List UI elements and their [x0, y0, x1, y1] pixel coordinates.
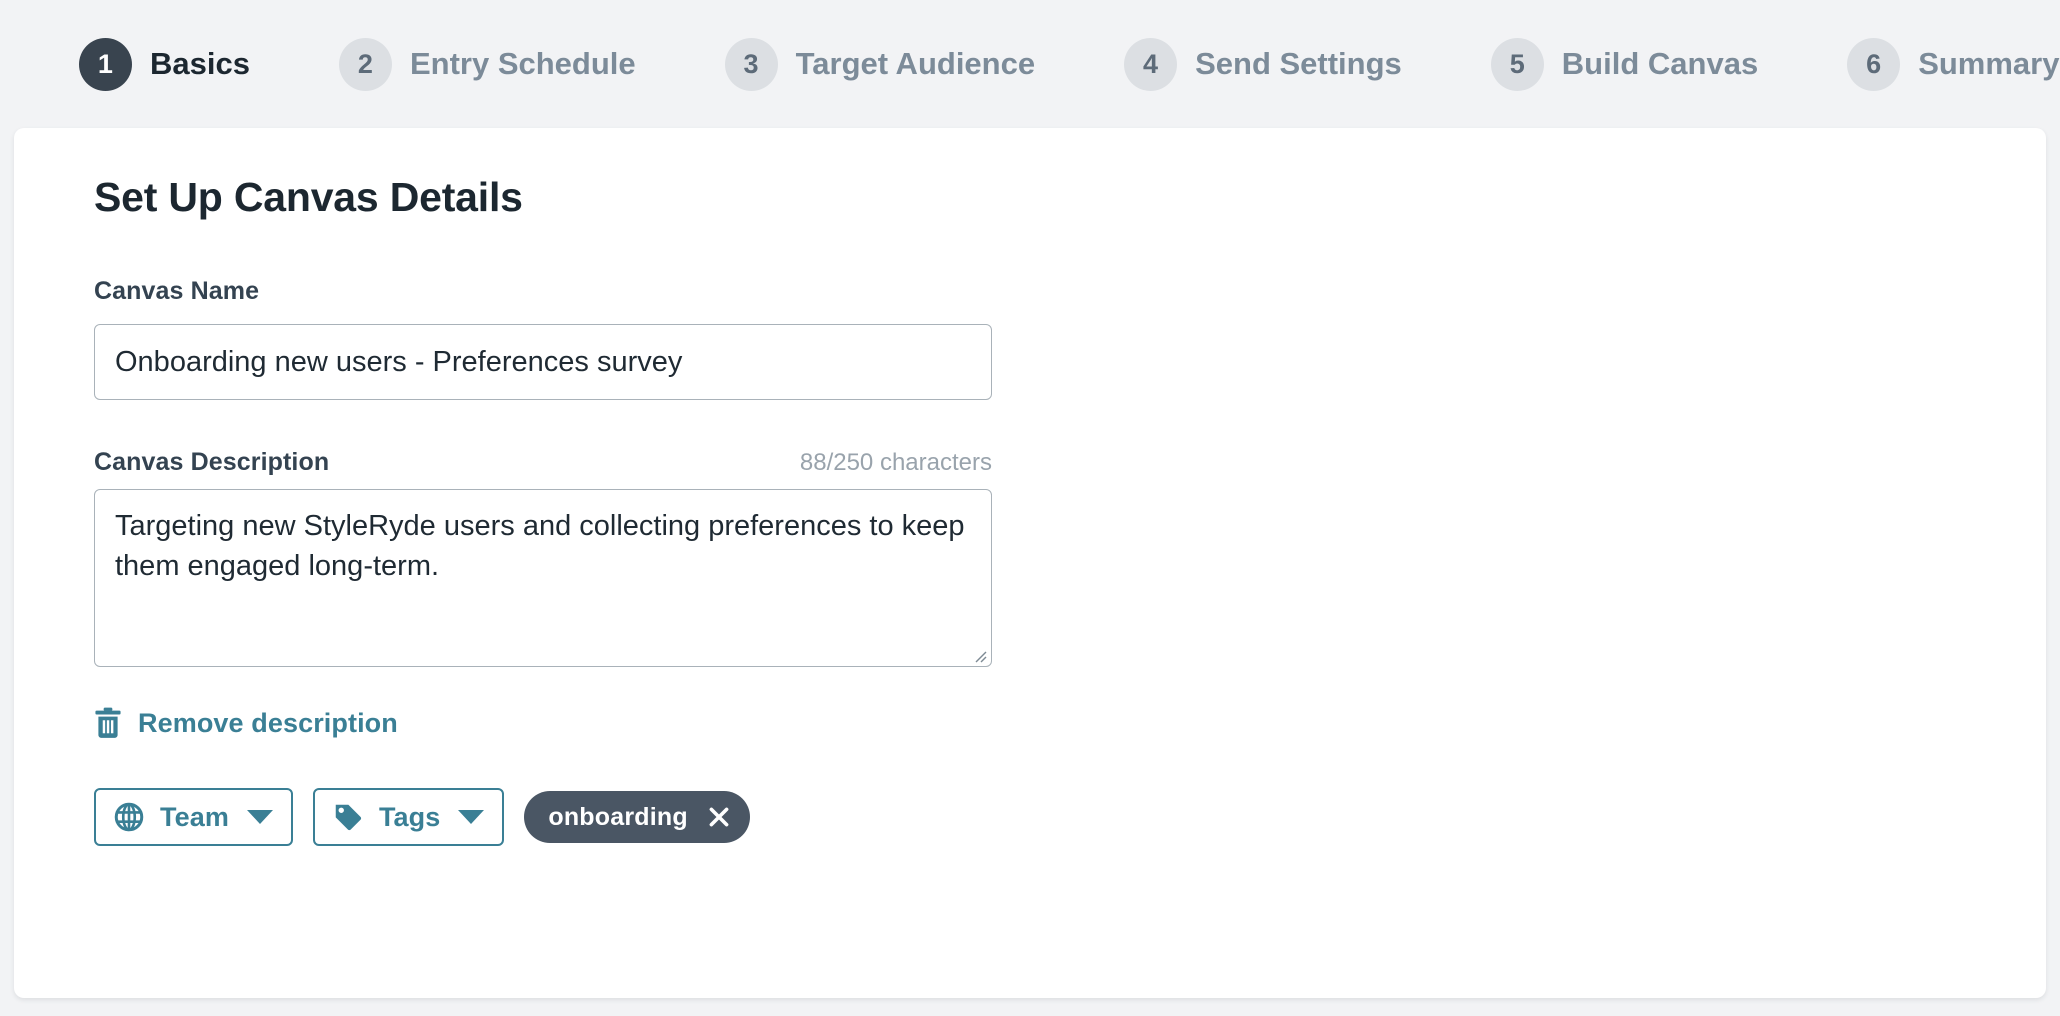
- canvas-description-wrapper: [94, 489, 992, 667]
- step-3-label: Target Audience: [795, 46, 1036, 81]
- remove-description-button[interactable]: Remove description: [94, 707, 398, 739]
- step-5-label: Build Canvas: [1561, 46, 1759, 81]
- trash-icon: [95, 707, 121, 738]
- metadata-row: Team Tags onboarding: [94, 788, 2046, 846]
- team-dropdown-button[interactable]: Team: [94, 788, 293, 846]
- step-4-number: 4: [1124, 37, 1178, 91]
- step-2-label: Entry Schedule: [409, 46, 636, 81]
- step-2-number: 2: [338, 37, 392, 91]
- step-1-number: 1: [79, 37, 132, 91]
- canvas-description-label: Canvas Description: [94, 448, 330, 476]
- page-title: Set Up Canvas Details: [94, 174, 523, 220]
- wizard-stepper: 1 Basics 2 Entry Schedule 3 Target Audie…: [0, 0, 2060, 128]
- tags-dropdown-button[interactable]: Tags: [312, 788, 505, 846]
- step-6-label: Summary: [1918, 46, 2060, 81]
- step-6-summary[interactable]: 6 Summary: [1847, 37, 2060, 91]
- tag-chip-onboarding: onboarding: [524, 791, 750, 843]
- tag-chip-label: onboarding: [548, 802, 688, 831]
- canvas-description-textarea[interactable]: [94, 489, 992, 667]
- chevron-down-icon: [246, 810, 273, 824]
- globe-icon: [114, 802, 144, 832]
- chevron-down-icon: [458, 810, 485, 824]
- step-1-basics[interactable]: 1 Basics: [79, 37, 250, 91]
- canvas-name-label: Canvas Name: [94, 277, 260, 305]
- step-3-target-audience[interactable]: 3 Target Audience: [724, 37, 1036, 91]
- canvas-name-input[interactable]: [94, 324, 992, 400]
- team-dropdown-label: Team: [160, 801, 229, 832]
- canvas-details-card: Set Up Canvas Details Canvas Name Canvas…: [14, 128, 2046, 998]
- step-6-number: 6: [1847, 37, 1901, 91]
- close-icon[interactable]: [708, 806, 730, 828]
- step-4-label: Send Settings: [1195, 46, 1402, 81]
- character-counter: 88/250 characters: [799, 449, 992, 476]
- tags-dropdown-label: Tags: [378, 801, 441, 832]
- step-1-label: Basics: [150, 46, 250, 81]
- step-5-build-canvas[interactable]: 5 Build Canvas: [1490, 37, 1759, 91]
- remove-description-label: Remove description: [138, 707, 398, 738]
- tag-icon: [335, 804, 362, 831]
- step-3-number: 3: [724, 37, 778, 91]
- step-2-entry-schedule[interactable]: 2 Entry Schedule: [338, 37, 636, 91]
- step-5-number: 5: [1490, 37, 1544, 91]
- step-4-send-settings[interactable]: 4 Send Settings: [1124, 37, 1402, 91]
